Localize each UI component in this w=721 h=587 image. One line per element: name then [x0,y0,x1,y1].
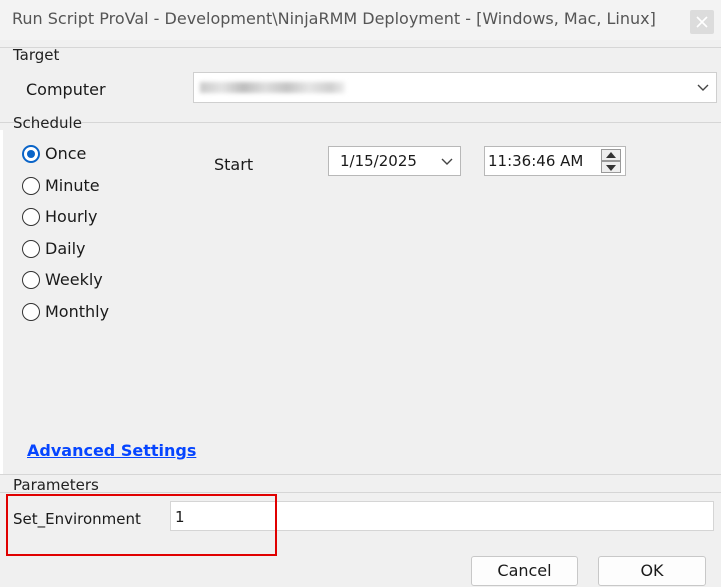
target-group-label: Target [13,46,60,64]
highlight-box [6,494,277,556]
parameters-top-separator [0,474,721,475]
ok-button[interactable]: OK [598,556,706,586]
caret-down-icon [606,165,616,171]
radio-minute-label: Minute [45,176,100,195]
schedule-group-label: Schedule [13,114,82,132]
start-date-picker[interactable]: 1/15/2025 [328,146,461,176]
title-bar: Run Script ProVal - Development\NinjaRMM… [0,0,721,40]
radio-once-button[interactable] [22,145,40,163]
start-time-spinner[interactable]: 11:36:46 AM [484,146,626,176]
radio-once-label: Once [45,144,87,163]
close-icon [696,16,708,28]
radio-daily-label: Daily [45,239,86,258]
schedule-left-edge [0,130,3,474]
spin-up-button[interactable] [601,149,621,161]
parameters-separator [0,492,721,493]
parameters-group-label: Parameters [13,476,99,494]
radio-hourly-label: Hourly [45,207,98,226]
radio-weekly-label: Weekly [45,270,103,289]
caret-up-icon [606,152,616,158]
computer-value-redacted [200,82,345,93]
computer-select[interactable] [193,72,717,103]
radio-monthly-button[interactable] [22,303,40,321]
start-date-value: 1/15/2025 [340,152,417,170]
schedule-separator [0,122,721,123]
radio-hourly-button[interactable] [22,208,40,226]
chevron-down-icon [441,158,453,165]
start-time-value: 11:36:46 AM [488,152,584,170]
computer-label: Computer [26,80,106,99]
spin-down-button[interactable] [601,161,621,173]
radio-daily-button[interactable] [22,240,40,258]
cancel-button[interactable]: Cancel [471,556,578,586]
radio-minute-button[interactable] [22,177,40,195]
radio-weekly-button[interactable] [22,271,40,289]
start-label: Start [214,155,254,174]
radio-monthly-label: Monthly [45,302,110,321]
chevron-down-icon [697,84,709,91]
close-button[interactable] [690,10,714,34]
target-separator [0,47,721,48]
advanced-settings-link[interactable]: Advanced Settings [27,441,196,460]
window-title: Run Script ProVal - Development\NinjaRMM… [12,9,656,28]
